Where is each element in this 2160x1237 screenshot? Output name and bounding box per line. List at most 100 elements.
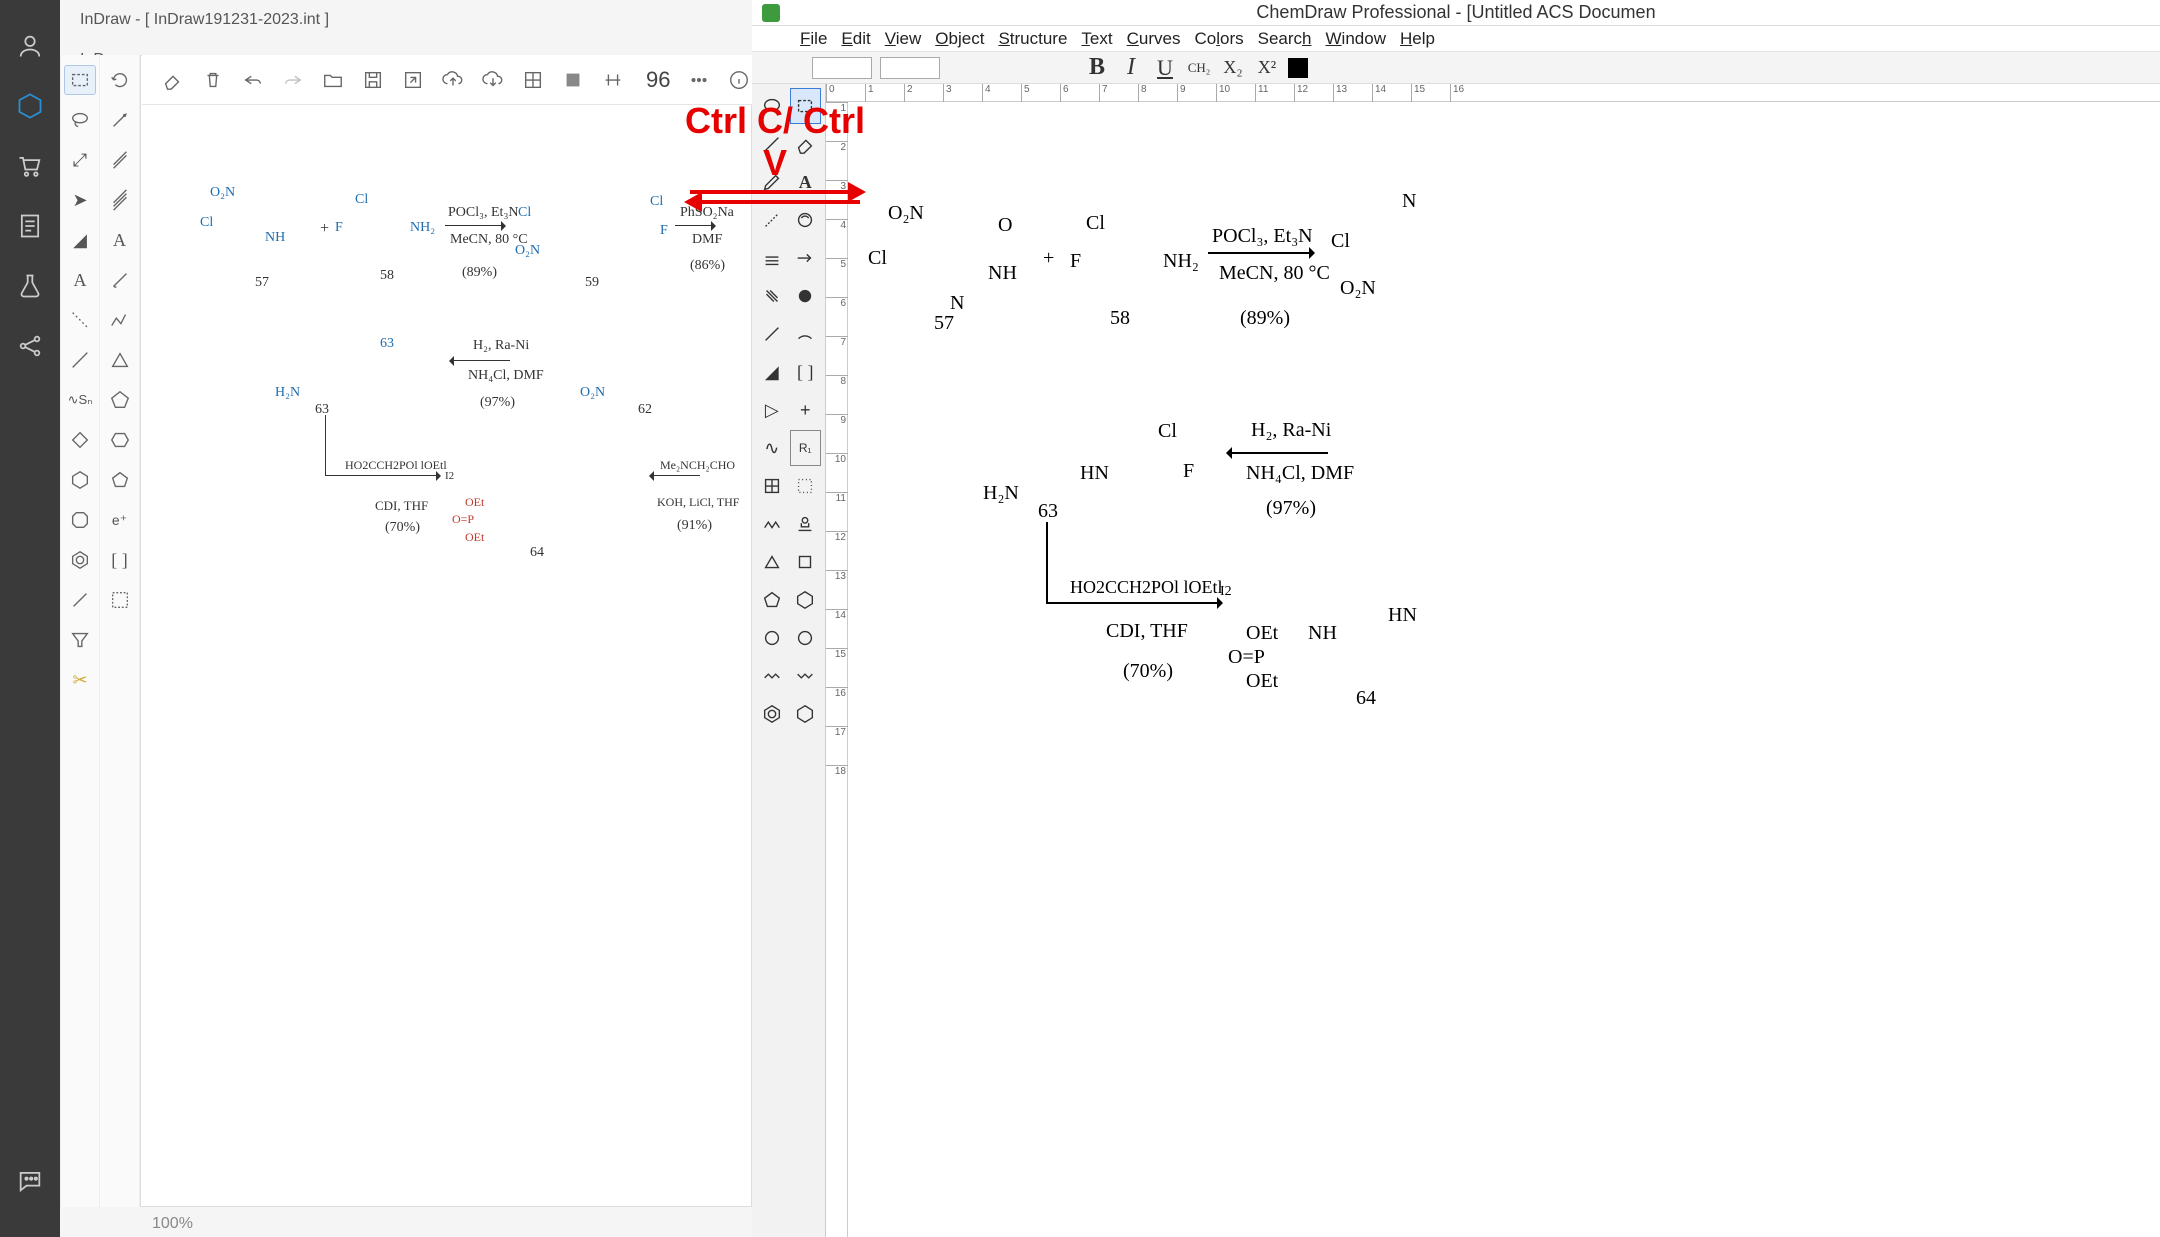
triple-bond-icon[interactable] [104, 185, 136, 215]
chain-icon[interactable]: ∿Sₙ [64, 385, 96, 415]
cd-template-icon[interactable] [790, 202, 822, 238]
cd-multibond-icon[interactable] [756, 240, 788, 276]
open-icon[interactable] [322, 66, 344, 94]
hex-icon[interactable] [14, 90, 46, 122]
rotate-icon[interactable] [104, 65, 136, 95]
cd-arc-icon[interactable] [790, 316, 822, 352]
label-a-icon[interactable]: A [104, 225, 136, 255]
pentagon2-icon[interactable] [104, 465, 136, 495]
cd-hexagon2-icon[interactable] [790, 582, 822, 618]
indraw-canvas[interactable]: O₂N Cl NH 57 + F Cl NH₂ 58 POCl₃, Et₃N M… [140, 55, 752, 1207]
undo-icon[interactable] [242, 66, 264, 94]
export-icon[interactable] [402, 66, 424, 94]
arrow-head-icon[interactable]: ➤ [64, 185, 96, 215]
color-swatch[interactable] [1288, 58, 1308, 78]
share-icon[interactable] [14, 330, 46, 362]
grid-icon[interactable] [522, 66, 544, 94]
align-center-icon[interactable] [982, 56, 1008, 80]
bold-button[interactable]: B [1084, 56, 1110, 80]
cart-icon[interactable] [14, 150, 46, 182]
user-icon[interactable] [14, 30, 46, 62]
pentagon-icon[interactable] [104, 385, 136, 415]
download-icon[interactable] [482, 66, 504, 94]
size-dropdown[interactable] [880, 57, 940, 79]
italic-button[interactable]: I [1118, 56, 1144, 80]
menu-structure[interactable]: Structure [998, 29, 1067, 49]
cd-benzene2-icon[interactable] [756, 696, 788, 732]
move-icon[interactable]: ⤢ [64, 145, 96, 175]
align-right-icon[interactable] [1016, 56, 1042, 80]
cd-dot-icon[interactable] [790, 278, 822, 314]
cd-dots-icon[interactable] [790, 468, 822, 504]
chemdraw-canvas[interactable]: O₂N Cl NH N O 57 + F Cl NH₂ 58 POCl₃, Et… [848, 102, 2160, 1237]
align-justify-icon[interactable] [1050, 56, 1076, 80]
polyline-icon[interactable] [104, 305, 136, 335]
info-icon[interactable] [728, 66, 750, 94]
funnel-icon[interactable] [64, 625, 96, 655]
superscript-button[interactable]: X² [1254, 56, 1280, 80]
cd-hash-icon[interactable] [756, 278, 788, 314]
cd-boat-icon[interactable] [790, 658, 822, 694]
cd-circle2-icon[interactable] [790, 620, 822, 656]
bracket-icon[interactable]: [ ] [104, 545, 136, 575]
cd-line-icon[interactable] [756, 316, 788, 352]
triangle-icon[interactable] [104, 345, 136, 375]
menu-view[interactable]: View [885, 29, 922, 49]
document-icon[interactable] [14, 210, 46, 242]
menu-help[interactable]: Help [1400, 29, 1435, 49]
eraser-icon[interactable] [162, 66, 184, 94]
half-wedge-icon[interactable] [104, 265, 136, 295]
single-bond-icon[interactable] [64, 345, 96, 375]
hexagon-icon[interactable] [64, 465, 96, 495]
benzene-icon[interactable] [64, 545, 96, 575]
select-rect-icon[interactable] [64, 65, 96, 95]
align-icon[interactable] [602, 66, 624, 94]
save-icon[interactable] [362, 66, 384, 94]
cd-circle-icon[interactable] [756, 620, 788, 656]
chat-icon[interactable] [14, 1165, 46, 1197]
bond-slash-icon[interactable] [104, 105, 136, 135]
more-icon[interactable] [688, 66, 710, 94]
cd-plus-icon[interactable]: + [790, 392, 822, 428]
trash-icon[interactable] [202, 66, 224, 94]
atom-text-icon[interactable]: A [64, 265, 96, 295]
cd-bracket-icon[interactable]: [ ] [790, 354, 822, 390]
cd-wedge-icon[interactable]: ◢ [756, 354, 788, 390]
octagon-icon[interactable] [64, 505, 96, 535]
dotgrid-icon[interactable] [104, 585, 136, 615]
line-tool-icon[interactable] [64, 585, 96, 615]
cd-bond-icon[interactable] [756, 126, 788, 162]
font-dropdown[interactable] [812, 57, 872, 79]
double-bond-icon[interactable] [104, 145, 136, 175]
menu-search[interactable]: Search [1258, 29, 1312, 49]
flask-icon[interactable] [14, 270, 46, 302]
redo-icon[interactable] [282, 66, 304, 94]
diamond-icon[interactable] [64, 425, 96, 455]
dotted-bond-icon[interactable] [64, 305, 96, 335]
menu-curves[interactable]: Curves [1127, 29, 1181, 49]
cd-square-icon[interactable] [790, 544, 822, 580]
menu-object[interactable]: Object [935, 29, 984, 49]
cd-pen-icon[interactable] [756, 164, 788, 200]
charge-icon[interactable]: e⁺ [104, 505, 136, 535]
formula-ch2-button[interactable]: CH₂ [1186, 56, 1212, 80]
cd-r1-icon[interactable]: R₁ [790, 430, 822, 466]
menu-text[interactable]: Text [1081, 29, 1112, 49]
underline-button[interactable]: U [1152, 56, 1178, 80]
scissors-icon[interactable]: ✂ [64, 665, 96, 695]
cd-lasso-icon[interactable] [756, 88, 788, 124]
cd-marquee-icon[interactable] [790, 88, 822, 124]
menu-file[interactable]: File [800, 29, 827, 49]
lasso-icon[interactable] [64, 105, 96, 135]
wedge-icon[interactable]: ◢ [64, 225, 96, 255]
cd-zigzag-icon[interactable] [756, 506, 788, 542]
cd-chair-icon[interactable] [756, 658, 788, 694]
cyclohex-icon[interactable] [104, 425, 136, 455]
menu-edit[interactable]: Edit [841, 29, 870, 49]
cd-table-icon[interactable] [756, 468, 788, 504]
cd-play-icon[interactable]: ▷ [756, 392, 788, 428]
upload-icon[interactable] [442, 66, 464, 94]
cd-arrow-icon[interactable] [790, 240, 822, 276]
align-left-icon[interactable] [948, 56, 974, 80]
cd-stamp-icon[interactable] [790, 506, 822, 542]
